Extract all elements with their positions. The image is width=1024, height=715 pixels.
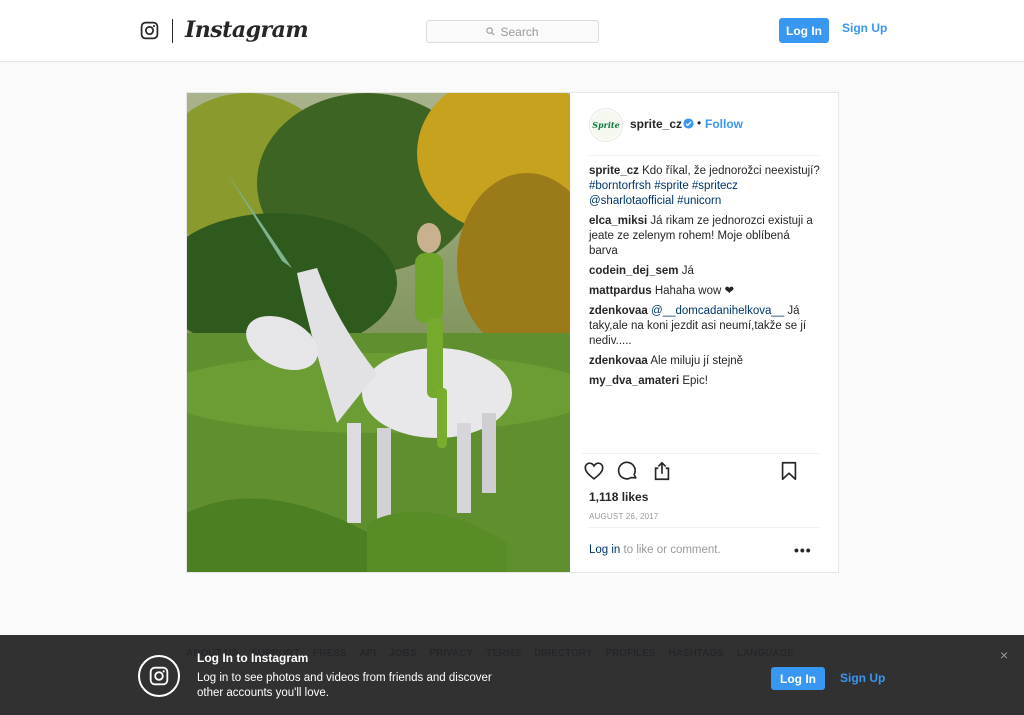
login-banner: Log In to Instagram Log in to see photos… <box>0 635 1024 715</box>
instagram-camera-icon <box>138 655 180 697</box>
verified-badge-icon <box>683 118 694 129</box>
comment-author[interactable]: zdenkovaa <box>589 355 648 367</box>
comment-item: elca_miksi Já rikam ze jednorozci existu… <box>589 214 821 259</box>
instagram-camera-icon[interactable] <box>140 21 159 40</box>
comment-text: Hahaha wow ❤ <box>654 285 735 297</box>
comment-mention[interactable]: @__domcadanihelkova__ <box>651 305 784 317</box>
post-card: Sprite sprite_cz • Follow sprite_cz Kdo … <box>186 92 839 573</box>
comment-text: Já <box>681 265 694 277</box>
comment-text: Epic! <box>682 375 708 387</box>
follow-button[interactable]: Follow <box>705 117 743 131</box>
heart-icon[interactable] <box>583 460 605 482</box>
post-header: Sprite sprite_cz • Follow <box>589 107 819 156</box>
comment-author[interactable]: sprite_cz <box>589 165 639 177</box>
close-icon[interactable]: × <box>1000 647 1008 663</box>
comment-author[interactable]: my_dva_amateri <box>589 375 679 387</box>
signup-link[interactable]: Sign Up <box>842 21 887 35</box>
top-navigation-bar: Instagram Search Log In Sign Up <box>0 0 1024 62</box>
comment-author[interactable]: zdenkovaa <box>589 305 648 317</box>
login-suffix: to like or comment. <box>620 544 721 556</box>
share-icon[interactable] <box>651 460 673 482</box>
login-link[interactable]: Log in <box>589 544 620 556</box>
unicorn-rider-image <box>187 93 570 572</box>
banner-login-button[interactable]: Log In <box>771 667 825 690</box>
login-button[interactable]: Log In <box>779 18 829 43</box>
comment-hashtags[interactable]: #borntorfrsh #sprite #spritecz @sharlota… <box>589 180 738 207</box>
comment-icon[interactable] <box>617 460 639 482</box>
bookmark-icon[interactable] <box>778 460 800 482</box>
post-photo[interactable] <box>187 93 570 572</box>
comment-text: Kdo říkal, že jednorožci neexistují? <box>642 165 820 177</box>
comment-text: Ale miluju jí stejně <box>650 355 744 367</box>
banner-title: Log In to Instagram <box>197 651 309 665</box>
post-date: AUGUST 26, 2017 <box>589 512 659 521</box>
owner-username[interactable]: sprite_cz <box>630 117 682 131</box>
more-options-icon[interactable]: ••• <box>794 542 812 558</box>
comment-divider <box>589 527 819 528</box>
comment-item: codein_dej_sem Já <box>589 264 821 279</box>
comment-item: sprite_cz Kdo říkal, že jednorožci neexi… <box>589 164 821 209</box>
login-to-comment: Log in to like or comment. <box>589 544 721 556</box>
logo-divider <box>172 19 173 43</box>
comment-item: my_dva_amateri Epic! <box>589 374 821 389</box>
comment-item: zdenkovaa @__domcadanihelkova__ Já taky,… <box>589 304 821 349</box>
comment-author[interactable]: mattpardus <box>589 285 652 297</box>
instagram-wordmark[interactable]: Instagram <box>185 17 309 43</box>
comment-item: mattpardus Hahaha wow ❤ <box>589 284 821 299</box>
actions-divider <box>582 453 819 454</box>
sprite-logo-text: Sprite <box>592 120 619 130</box>
banner-text: Log in to see photos and videos from fri… <box>197 672 492 699</box>
post-sidebar: Sprite sprite_cz • Follow sprite_cz Kdo … <box>570 93 838 572</box>
likes-count[interactable]: 1,118 likes <box>589 490 648 504</box>
search-input[interactable]: Search <box>426 20 599 43</box>
separator-dot: • <box>697 116 702 130</box>
banner-signup-link[interactable]: Sign Up <box>840 671 885 685</box>
comment-item: zdenkovaa Ale miluju jí stejně <box>589 354 821 369</box>
search-icon <box>486 27 495 36</box>
comments-list: sprite_cz Kdo říkal, že jednorožci neexi… <box>589 164 821 394</box>
owner-avatar[interactable]: Sprite <box>589 108 623 142</box>
search-placeholder: Search <box>500 24 539 39</box>
comment-author[interactable]: codein_dej_sem <box>589 265 678 277</box>
comment-author[interactable]: elca_miksi <box>589 215 647 227</box>
